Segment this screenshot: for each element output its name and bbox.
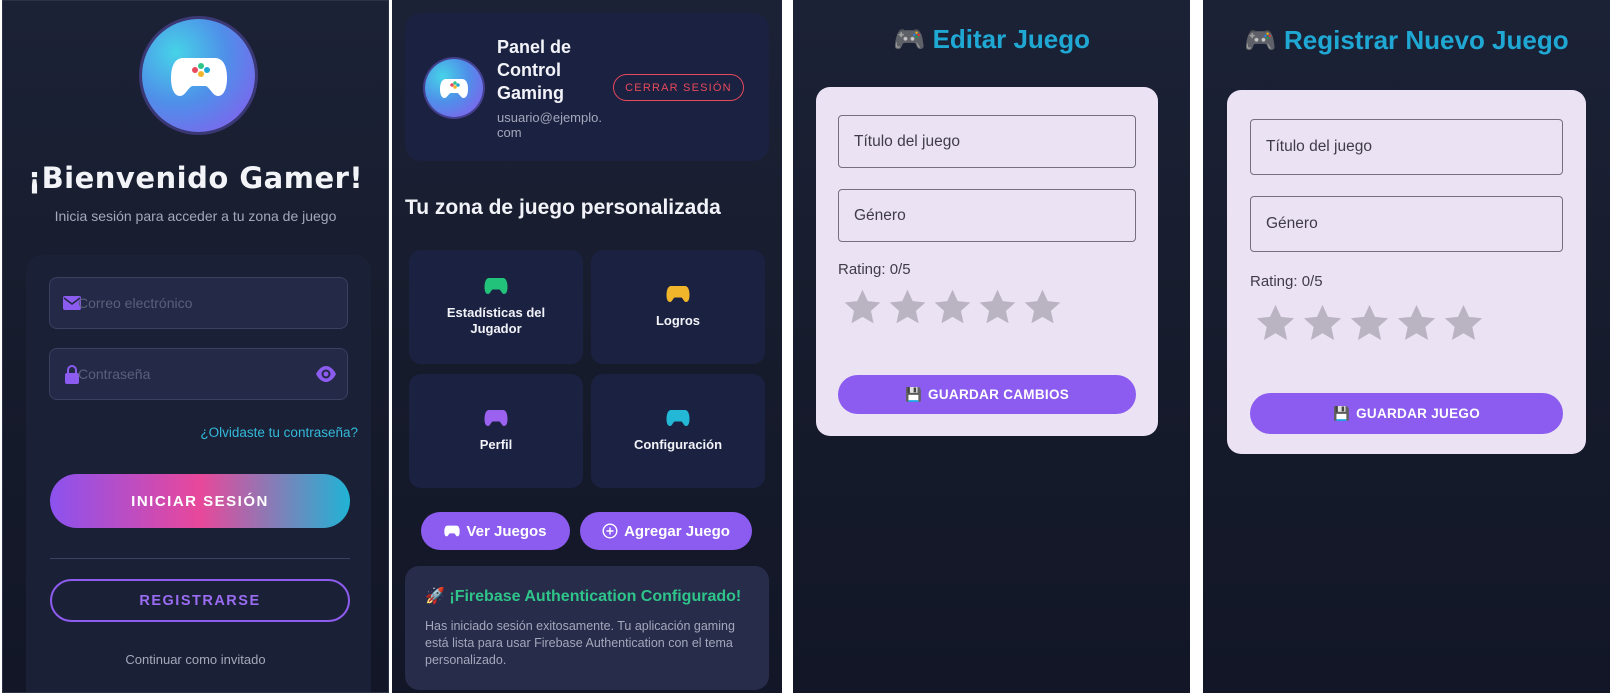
app-logo — [142, 19, 255, 132]
guest-link[interactable]: Continuar como invitado — [3, 652, 388, 667]
firebase-text: Has iniciado sesión exitosamente. Tu apl… — [425, 619, 735, 667]
add-circle-icon — [602, 523, 618, 539]
dashboard-screen: Panel de Control Gaming usuario@ejemplo.… — [392, 0, 782, 693]
email-field[interactable]: Correo electrónico — [49, 277, 348, 329]
password-field[interactable]: Contraseña — [49, 348, 348, 400]
edit-game-form: Título del juego Género Rating: 0/5 💾 GU… — [816, 87, 1158, 436]
genre-field[interactable]: Género — [1250, 196, 1563, 252]
tile-label: Perfil — [479, 437, 513, 452]
gamepad-icon — [444, 525, 461, 537]
add-game-label: Agregar Juego — [624, 522, 730, 540]
star-icon[interactable] — [1440, 300, 1487, 347]
zone-title: Tu zona de juego personalizada — [405, 196, 721, 219]
star-icon[interactable] — [1252, 300, 1299, 347]
floppy-disk-icon: 💾 — [1332, 405, 1351, 421]
edit-game-screen: 🎮 Editar Juego Título del juego Género R… — [793, 0, 1190, 693]
firebase-title-text: ¡Firebase Authentication Configurado! — [449, 588, 742, 605]
new-game-screen: 🎮 Registrar Nuevo Juego Título del juego… — [1203, 0, 1610, 693]
register-button[interactable]: REGISTRARSE — [50, 579, 350, 622]
star-rating[interactable] — [1252, 300, 1487, 347]
gamepad-icon — [666, 410, 690, 426]
tile-label: Configuración — [633, 437, 723, 452]
floppy-disk-icon: 💾 — [904, 386, 923, 402]
firebase-status-card: 🚀 ¡Firebase Authentication Configurado! … — [405, 566, 769, 690]
gamepad-icon — [666, 286, 690, 302]
gamepad-icon — [484, 278, 508, 294]
star-icon[interactable] — [975, 285, 1020, 330]
rating-label: Rating: 0/5 — [1250, 273, 1323, 290]
save-changes-label: GUARDAR CAMBIOS — [928, 387, 1070, 402]
panel-title: Panel de Control Gaming — [497, 37, 572, 103]
save-game-label: GUARDAR JUEGO — [1356, 406, 1481, 421]
logout-button[interactable]: CERRAR SESIÓN — [613, 74, 744, 101]
new-game-form: Título del juego Género Rating: 0/5 💾 GU… — [1227, 90, 1586, 454]
password-placeholder: Contraseña — [78, 366, 151, 382]
edit-game-title-text: Editar Juego — [932, 24, 1091, 54]
star-icon[interactable] — [885, 285, 930, 330]
rocket-icon: 🚀 — [425, 588, 445, 605]
eye-icon[interactable] — [315, 363, 337, 390]
gamepad-icon: 🎮 — [1244, 25, 1277, 55]
game-title-field[interactable]: Título del juego — [1250, 119, 1563, 175]
login-button[interactable]: INICIAR SESIÓN — [50, 474, 350, 528]
rating-label: Rating: 0/5 — [838, 261, 911, 278]
star-icon[interactable] — [1299, 300, 1346, 347]
star-icon[interactable] — [1393, 300, 1440, 347]
save-changes-button[interactable]: 💾 GUARDAR CAMBIOS — [838, 375, 1136, 414]
gamepad-icon — [484, 410, 508, 426]
divider — [50, 558, 350, 559]
tile-player-stats[interactable]: Estadísticas del Jugador — [409, 250, 583, 364]
gamepad-icon — [170, 57, 227, 96]
firebase-title: 🚀 ¡Firebase Authentication Configurado! — [425, 586, 741, 606]
welcome-subtitle: Inicia sesión para acceder a tu zona de … — [54, 208, 337, 224]
view-games-button[interactable]: Ver Juegos — [421, 512, 570, 550]
user-email: usuario@ejemplo.com — [497, 110, 602, 140]
star-icon[interactable] — [1346, 300, 1393, 347]
star-icon[interactable] — [930, 285, 975, 330]
genre-field[interactable]: Género — [838, 189, 1136, 242]
edit-game-title: 🎮 Editar Juego — [793, 24, 1190, 55]
tile-label: Logros — [655, 313, 701, 328]
star-rating[interactable] — [840, 285, 1065, 330]
forgot-password-link[interactable]: ¿Olvidaste tu contraseña? — [200, 425, 358, 440]
view-games-label: Ver Juegos — [466, 522, 547, 540]
save-game-button[interactable]: 💾 GUARDAR JUEGO — [1250, 393, 1563, 434]
new-game-title-text: Registrar Nuevo Juego — [1283, 25, 1569, 55]
new-game-title: 🎮 Registrar Nuevo Juego — [1203, 25, 1610, 56]
game-title-field[interactable]: Título del juego — [838, 115, 1136, 168]
gamepad-icon: 🎮 — [892, 24, 926, 54]
tile-label: Estadísticas del Jugador — [446, 305, 546, 336]
dashboard-header: Panel de Control Gaming usuario@ejemplo.… — [405, 13, 769, 161]
star-icon[interactable] — [840, 285, 885, 330]
gamepad-icon — [440, 79, 468, 98]
tile-profile[interactable]: Perfil — [409, 374, 583, 488]
welcome-title: ¡Bienvenido Gamer! — [27, 161, 364, 195]
login-screen: ¡Bienvenido Gamer! Inicia sesión para ac… — [2, 0, 389, 693]
email-placeholder: Correo electrónico — [78, 295, 193, 311]
add-game-button[interactable]: Agregar Juego — [580, 512, 752, 550]
star-icon[interactable] — [1020, 285, 1065, 330]
tile-settings[interactable]: Configuración — [591, 374, 765, 488]
tile-achievements[interactable]: Logros — [591, 250, 765, 364]
user-avatar — [425, 59, 483, 117]
